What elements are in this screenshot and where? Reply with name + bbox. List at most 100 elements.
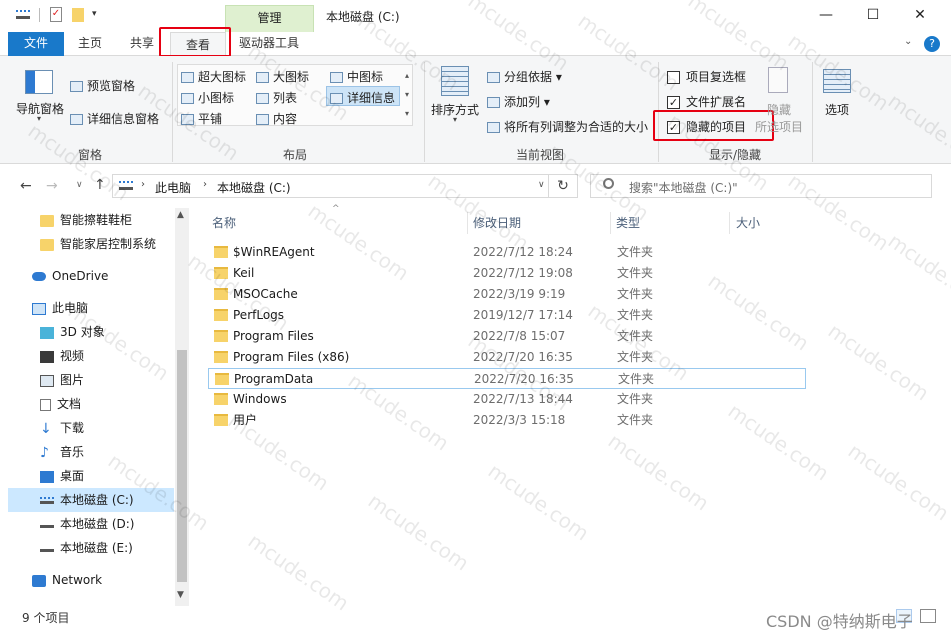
file-type: 文件夹 <box>617 266 654 280</box>
refresh-button[interactable]: ↻ <box>548 174 578 198</box>
column-header-name[interactable]: 名称 <box>212 212 467 234</box>
file-type: 文件夹 <box>618 372 655 386</box>
tiles-icon <box>181 114 194 125</box>
item-checkboxes-toggle[interactable]: 项目复选框 <box>667 68 746 85</box>
file-date: 2022/7/12 19:08 <box>473 266 573 280</box>
item-checkboxes-checkbox[interactable] <box>667 71 680 84</box>
layout-medium-icons[interactable]: 中图标 <box>330 68 383 85</box>
scroll-up-arrow-icon[interactable]: ▲ <box>177 210 184 220</box>
up-arrow-icon[interactable]: ↑ <box>94 177 106 193</box>
watermark-text: mcude.com <box>363 488 474 576</box>
nav-item-label: 下载 <box>60 421 85 435</box>
divider[interactable] <box>610 212 611 234</box>
column-header-type[interactable]: 类型 <box>616 212 728 234</box>
search-input[interactable]: 搜索"本地磁盘 (C:)" <box>629 179 738 196</box>
add-columns-icon <box>487 97 500 108</box>
file-row[interactable]: 用户 2022/3/3 15:18 文件夹 <box>208 410 806 431</box>
tab-home[interactable]: 主页 <box>72 32 108 56</box>
hide-selected-button[interactable]: 隐藏 <box>767 101 791 118</box>
watermark-text: mcude.com <box>843 438 951 526</box>
extra-large-icons-label: 超大图标 <box>198 70 247 84</box>
file-row[interactable]: PerfLogs 2019/12/7 17:14 文件夹 <box>208 305 806 326</box>
folder-icon <box>215 373 229 385</box>
tab-file[interactable]: 文件 <box>8 32 64 56</box>
file-name: Program Files (x86) <box>233 350 350 364</box>
layout-details[interactable]: 详细信息 <box>326 86 400 106</box>
divider[interactable] <box>729 212 730 234</box>
breadcrumb-chevron-icon[interactable]: › <box>141 179 145 190</box>
file-row[interactable]: MSOCache 2022/3/19 9:19 文件夹 <box>208 284 806 305</box>
add-columns-label: 添加列 <box>504 95 541 109</box>
maximize-button[interactable]: ☐ <box>850 0 896 30</box>
help-icon[interactable]: ? <box>924 36 940 52</box>
properties-icon[interactable]: ✓ <box>50 7 62 22</box>
file-type: 文件夹 <box>617 245 654 259</box>
column-header-date[interactable]: 修改日期 <box>473 212 609 234</box>
file-name: Keil <box>233 266 255 280</box>
nav-item-label: 3D 对象 <box>60 325 105 339</box>
forward-arrow-icon[interactable]: → <box>46 178 58 194</box>
drive-icon <box>40 497 54 504</box>
file-extensions-label: 文件扩展名 <box>686 95 747 109</box>
address-bar[interactable]: › 此电脑 › 本地磁盘 (C:) ∨ <box>112 174 578 198</box>
small-icons-icon <box>181 93 194 104</box>
manage-contextual-tab[interactable]: 管理 <box>225 5 314 32</box>
file-row[interactable]: Windows 2022/7/13 18:44 文件夹 <box>208 389 806 410</box>
computer-icon <box>32 302 46 315</box>
breadcrumb-chevron-icon[interactable]: › <box>203 179 207 190</box>
add-columns-button[interactable]: 添加列 ▾ <box>487 93 550 110</box>
file-row[interactable]: ProgramData 2022/7/20 16:35 文件夹 <box>208 368 806 389</box>
breadcrumb-drive-c[interactable]: 本地磁盘 (C:) <box>217 179 291 196</box>
file-row[interactable]: Program Files 2022/7/8 15:07 文件夹 <box>208 326 806 347</box>
tab-share[interactable]: 共享 <box>124 32 160 56</box>
recent-locations-chevron-icon[interactable]: ∨ <box>76 180 83 190</box>
breadcrumb-this-pc[interactable]: 此电脑 <box>155 179 191 196</box>
large-icons-view-icon[interactable] <box>920 609 936 623</box>
layout-list[interactable]: 列表 <box>256 89 297 106</box>
preview-pane-button[interactable]: 预览窗格 <box>70 77 135 94</box>
file-name: PerfLogs <box>233 308 285 322</box>
address-history-chevron-icon[interactable]: ∨ <box>538 180 545 190</box>
layout-large-icons[interactable]: 大图标 <box>256 68 309 85</box>
details-pane-button[interactable]: 详细信息窗格 <box>70 110 159 127</box>
layout-gallery-scroll-icon[interactable]: ▴ ▾ ▾ <box>402 66 412 124</box>
layout-tiles[interactable]: 平铺 <box>181 110 222 127</box>
customize-toolbar-chevron-icon[interactable]: ▾ <box>92 9 97 19</box>
nav-item-label: 视频 <box>60 349 85 363</box>
file-date: 2022/3/19 9:19 <box>473 287 566 301</box>
options-button[interactable]: 选项 <box>825 101 849 118</box>
document-icon <box>40 398 51 411</box>
layout-small-icons[interactable]: 小图标 <box>181 89 234 106</box>
size-all-columns-button[interactable]: 将所有列调整为合适的大小 <box>487 118 648 135</box>
file-extensions-checkbox[interactable]: ✓ <box>667 96 680 109</box>
back-arrow-icon[interactable]: ← <box>20 178 32 194</box>
close-button[interactable]: ✕ <box>897 0 943 30</box>
tab-drive-tools[interactable]: 驱动器工具 <box>232 32 306 56</box>
cloud-icon <box>32 272 46 281</box>
search-box[interactable]: 搜索"本地磁盘 (C:)" <box>590 174 932 198</box>
ribbon-expand-chevron-icon[interactable]: ⌄ <box>904 36 912 47</box>
nav-scrollbar-thumb[interactable] <box>177 350 187 582</box>
sort-by-icon <box>441 66 469 96</box>
file-row[interactable]: Program Files (x86) 2022/7/20 16:35 文件夹 <box>208 347 806 368</box>
hide-selected-sublabel: 所选项目 <box>755 120 804 134</box>
content-icon <box>256 114 269 125</box>
group-by-button[interactable]: 分组依据 ▾ <box>487 68 562 85</box>
nav-item-label: 本地磁盘 (C:) <box>60 493 134 507</box>
preview-pane-icon <box>70 81 83 92</box>
nav-item-label: 图片 <box>60 373 85 387</box>
column-header-size[interactable]: 大小 <box>736 212 796 234</box>
divider[interactable] <box>467 212 468 234</box>
file-row[interactable]: $WinREAgent 2022/7/12 18:24 文件夹 <box>208 242 806 263</box>
new-folder-icon[interactable] <box>72 8 84 22</box>
file-extensions-toggle[interactable]: ✓ 文件扩展名 <box>667 93 746 110</box>
details-pane-icon <box>70 114 83 125</box>
layout-content[interactable]: 内容 <box>256 110 297 127</box>
nav-item-label: 桌面 <box>60 469 85 483</box>
minimize-button[interactable]: — <box>803 0 849 30</box>
layout-extra-large-icons[interactable]: 超大图标 <box>181 68 246 85</box>
music-note-icon: ♪ <box>40 444 49 461</box>
file-row[interactable]: Keil 2022/7/12 19:08 文件夹 <box>208 263 806 284</box>
scroll-down-arrow-icon[interactable]: ▼ <box>177 590 184 600</box>
file-type: 文件夹 <box>617 287 654 301</box>
